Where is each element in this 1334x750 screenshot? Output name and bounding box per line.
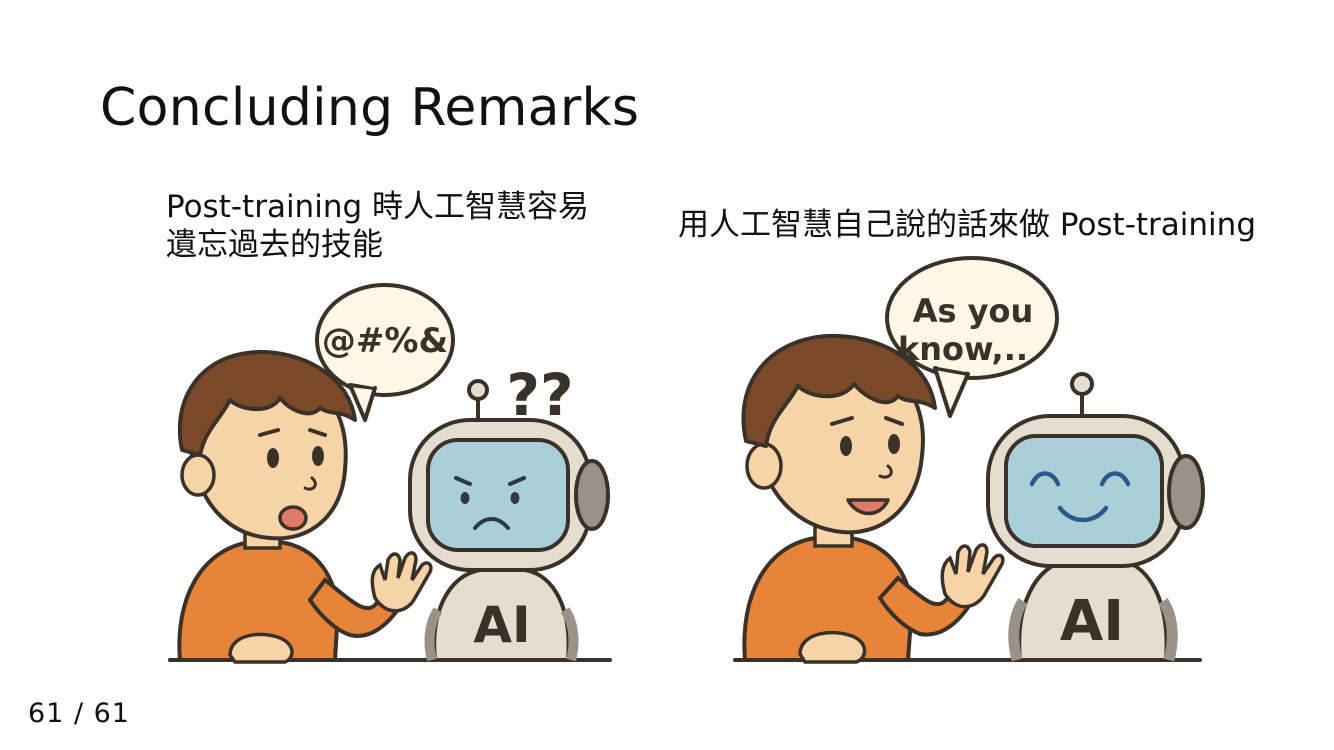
robot-chest-label: AI — [473, 596, 530, 654]
speech-bubble-line1: As you — [913, 292, 1034, 330]
right-caption: 用人工智慧自己說的話來做 Post-training — [678, 207, 1256, 243]
slide-title: Concluding Remarks — [100, 78, 640, 138]
page-number: 61 / 61 — [28, 698, 130, 729]
left-caption-line1: Post-training 時人工智慧容易 — [166, 189, 589, 225]
right-illustration: As you know,.. AI — [733, 256, 1205, 664]
left-caption: Post-training 時人工智慧容易 遺忘過去的技能 — [166, 188, 589, 264]
left-illustration: @#%& ?? AI — [168, 283, 612, 664]
boy-character — [177, 349, 433, 664]
robot-character: AI — [986, 372, 1205, 662]
robot-chest-label: AI — [1060, 589, 1124, 654]
left-caption-line2: 遺忘過去的技能 — [166, 227, 383, 263]
speech-bubble-line2: know,.. — [898, 330, 1028, 368]
robot-character: AI — [408, 379, 610, 662]
speech-bubble-text: @#%& — [322, 321, 448, 361]
